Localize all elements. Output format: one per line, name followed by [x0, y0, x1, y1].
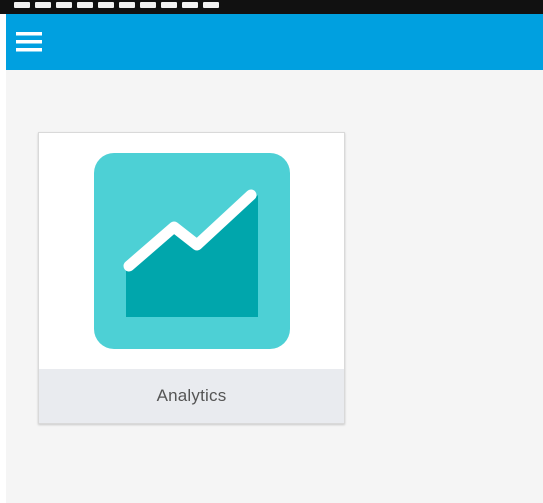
- app-tile-image-area: [39, 133, 344, 369]
- menu-button[interactable]: [16, 30, 42, 54]
- app-launcher-content: Analytics: [6, 70, 543, 503]
- app-bar: [6, 14, 543, 70]
- status-bar: [0, 0, 543, 14]
- status-indicator: [56, 2, 72, 8]
- status-indicator: [98, 2, 114, 8]
- status-indicator: [14, 2, 30, 8]
- status-indicator: [140, 2, 156, 8]
- hamburger-menu-icon: [16, 32, 42, 52]
- app-tile-label: Analytics: [156, 386, 227, 405]
- status-bar-indicators: [14, 2, 219, 8]
- app-tile-analytics[interactable]: Analytics: [38, 132, 345, 424]
- status-indicator: [119, 2, 135, 8]
- status-indicator: [35, 2, 51, 8]
- status-indicator: [77, 2, 93, 8]
- app-tile-label-area: Analytics: [39, 369, 344, 423]
- status-indicator: [161, 2, 177, 8]
- status-indicator: [203, 2, 219, 8]
- status-indicator: [182, 2, 198, 8]
- analytics-chart-icon: [94, 153, 290, 349]
